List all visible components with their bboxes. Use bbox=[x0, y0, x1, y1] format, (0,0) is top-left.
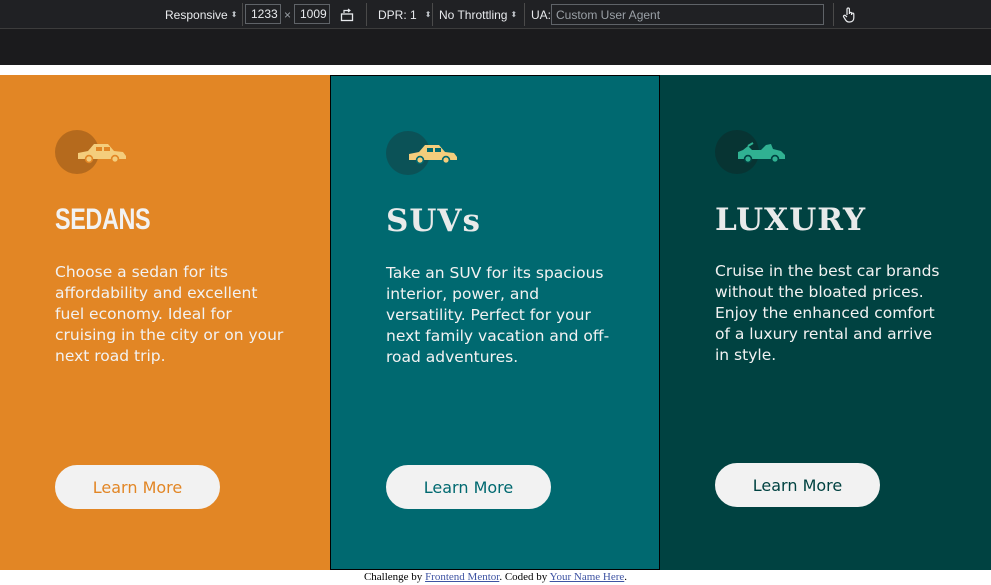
attribution-middle: . Coded by bbox=[499, 571, 550, 583]
sedan-car-icon bbox=[78, 144, 126, 164]
attribution-prefix: Challenge by bbox=[363, 571, 426, 583]
dimension-times: × bbox=[284, 7, 292, 22]
learn-more-button[interactable]: Learn More bbox=[386, 465, 551, 509]
device-toolbar: Responsive ⬍ 1233 × 1009 DPR: 1 ⬍ No Throt… bbox=[0, 0, 991, 29]
learn-more-button[interactable]: Learn More bbox=[715, 463, 880, 507]
throttling-select[interactable]: No Throttling ⬍ bbox=[439, 0, 517, 29]
rotate-icon bbox=[340, 8, 354, 21]
updown-caret-icon: ⬍ bbox=[230, 9, 238, 19]
suv-icon-container bbox=[386, 131, 458, 179]
card-title: SEDANS bbox=[55, 203, 151, 236]
card-description: Choose a sedan for its affordability and… bbox=[55, 263, 284, 365]
updown-caret-icon: ⬍ bbox=[424, 9, 432, 19]
width-input[interactable]: 1233 bbox=[245, 4, 281, 24]
toolbar-divider bbox=[366, 3, 367, 26]
throttling-label: No Throttling bbox=[439, 7, 508, 22]
touch-hand-icon bbox=[842, 6, 855, 23]
height-input[interactable]: 1009 bbox=[294, 4, 330, 24]
toolbar-divider bbox=[432, 3, 433, 26]
luxury-card: LUXURY Cruise in the best car brands wit… bbox=[660, 75, 991, 570]
touch-toggle-button[interactable] bbox=[842, 0, 856, 29]
toolbar-divider bbox=[242, 3, 243, 26]
card-description: Cruise in the best car brands without th… bbox=[715, 262, 940, 364]
card-title: LUXURY bbox=[715, 202, 867, 238]
attribution: Challenge by Frontend Mentor. Coded by Y… bbox=[0, 571, 991, 583]
user-agent-input[interactable]: Custom User Agent bbox=[551, 4, 824, 25]
suvs-card: SUVs Take an SUV for its spacious interi… bbox=[330, 75, 660, 570]
author-link[interactable]: Your Name Here bbox=[550, 571, 625, 583]
toolbar-divider bbox=[833, 3, 834, 26]
luxury-car-icon bbox=[738, 142, 785, 164]
dpr-select[interactable]: DPR: 1 ⬍ bbox=[378, 0, 431, 29]
frontend-mentor-link[interactable]: Frontend Mentor bbox=[425, 571, 499, 583]
updown-caret-icon: ⬍ bbox=[510, 9, 518, 19]
attribution-suffix: . bbox=[624, 571, 628, 583]
device-mode-label: Responsive bbox=[165, 7, 228, 22]
toolbar-divider bbox=[524, 3, 525, 26]
suv-car-icon bbox=[409, 145, 457, 165]
learn-more-button[interactable]: Learn More bbox=[55, 465, 220, 509]
rotate-button[interactable] bbox=[340, 0, 354, 29]
page-top-gap bbox=[0, 65, 991, 75]
sedans-card: SEDANS Choose a sedan for its affordabil… bbox=[0, 75, 330, 570]
card-title: SUVs bbox=[386, 203, 481, 239]
viewport-ruler-strip bbox=[0, 29, 991, 65]
device-mode-select[interactable]: Responsive ⬍ bbox=[165, 0, 237, 29]
card-description: Take an SUV for its spacious interior, p… bbox=[386, 264, 610, 366]
luxury-icon-container bbox=[715, 130, 787, 178]
ua-label: UA: bbox=[531, 7, 552, 22]
sedan-icon-container bbox=[55, 130, 127, 178]
dpr-label: DPR: 1 bbox=[378, 7, 417, 22]
